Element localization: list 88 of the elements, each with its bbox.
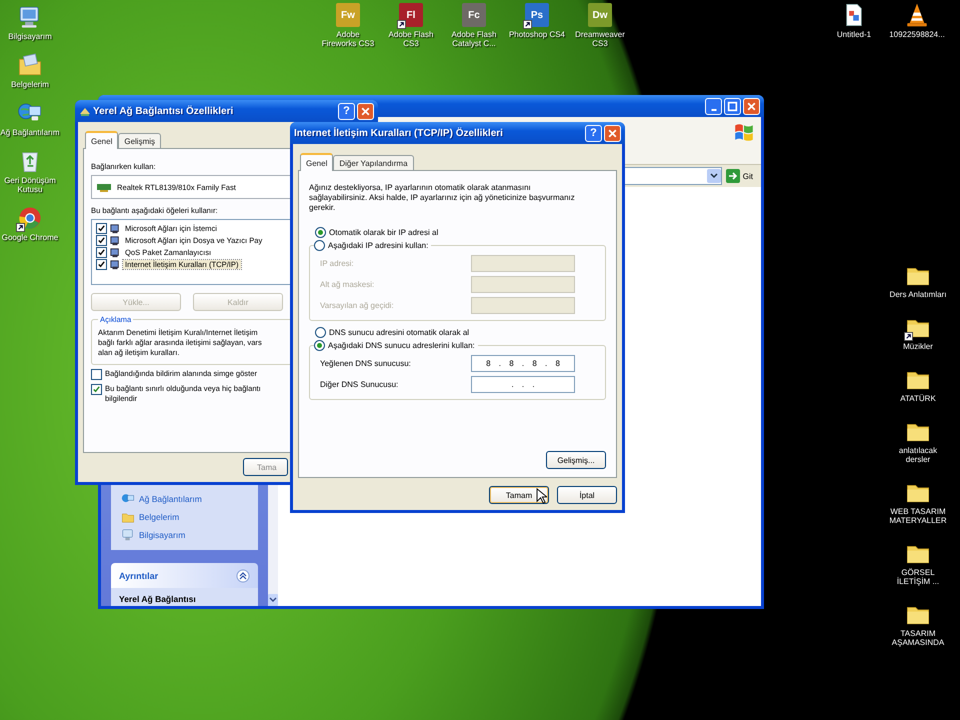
radio-button[interactable] [315,327,326,338]
close-button[interactable] [604,124,621,142]
documents-folder-icon[interactable] [17,52,43,78]
close-button[interactable] [743,98,760,114]
icon-label: Photoshop CS4 [508,30,566,39]
shortcut-arrow-icon [16,223,25,232]
component-icon [110,260,120,270]
radio-label: Aşağıdaki IP adresini kullan: [328,241,428,250]
tab[interactable]: Genel [300,153,334,171]
ok-button[interactable]: Tamam [489,486,549,504]
ip-address-field[interactable]: . . . [471,376,575,393]
checkbox[interactable] [96,235,107,246]
collapse-chevron-icon[interactable] [236,568,250,582]
maximize-icon [727,100,738,112]
intro-text: Ağınız destekliyorsa, IP ayarlarının otomatik olarak atanmasını sağlayabilirsiniz. Aksi halde, IP ayarlarınız için ağ yöneticinize başvurmanız gerekir. [309,183,576,213]
icon-label: Müzikler [902,342,934,351]
scroll-down-icon[interactable] [268,594,278,606]
icon-label: Adobe Fireworks CS3 [320,30,376,48]
cancel-button[interactable]: İptal [557,486,617,504]
tab[interactable]: Diğer Yapılandırma [333,155,414,170]
connection-name: Yerel Ağ Bağlantısı [119,594,196,604]
close-icon [360,106,371,116]
icon-label: Adobe Flash CS3 [388,30,434,48]
checkbox[interactable] [91,384,102,395]
field-label: Alt ağ maskesi: [320,280,374,289]
radio-label: Aşağıdaki DNS sunucu adreslerini kullan: [328,341,475,350]
advanced-button[interactable]: Gelişmiş... [546,451,606,469]
icon-label: Geri Dönüşüm Kutusu [3,176,57,194]
app-logo-icon[interactable]: Fc [462,3,486,27]
checkbox[interactable] [96,247,107,258]
icon-label: Bilgisayarım [7,32,53,41]
radio-label: DNS sunucu adresini otomatik olarak al [329,328,470,337]
icon-label: GÖRSEL İLETİŞİM ... [896,568,940,586]
help-button[interactable]: ? [338,102,355,120]
radio-label: Otomatik olarak bir IP adresi al [329,228,438,237]
icon-label: Untitled-1 [836,30,872,39]
close-icon [607,128,618,138]
minimize-button[interactable] [705,98,722,114]
field-label: Diğer DNS Sunucusu: [320,380,398,389]
tab[interactable]: Gelişmiş [118,133,162,148]
checkbox[interactable] [91,369,102,380]
component-icon [110,248,120,258]
computer-icon [121,528,135,542]
help-button[interactable]: ? [585,124,602,142]
radio-button[interactable] [315,227,326,238]
icon-label: Dreamweaver CS3 [574,30,626,48]
icon-label: 10922598824... [888,30,946,39]
task-link[interactable]: Belgelerim [139,512,180,522]
icon-label: TASARIM AŞAMASINDA [890,629,946,647]
ip-address-field[interactable]: 8 . 8 . 8 . 8 [471,355,575,372]
field-label: Yeğlenen DNS sunucusu: [320,359,411,368]
icon-label: Adobe Flash Catalyst C... [450,30,498,48]
mouse-pointer-icon [536,488,547,504]
browser-icon[interactable] [17,205,43,231]
icon-label: Belgelerim [10,80,50,89]
field-label: Varsayılan ağ geçidi: [320,301,394,310]
icon-label: Ağ Bağlantılarım [0,128,60,137]
tab[interactable]: Genel [85,131,118,149]
shortcut-arrow-icon [397,20,406,29]
checkbox[interactable] [96,259,107,270]
app-logo-icon[interactable]: Ps [525,3,549,27]
shortcut-arrow-icon [523,20,532,29]
checkbox[interactable] [96,223,107,234]
icon-label: Google Chrome [0,233,60,242]
close-button[interactable] [357,102,374,120]
go-button[interactable]: Git [726,169,757,183]
icon-label: anlatılacak dersler [898,446,938,464]
component-icon [110,236,120,246]
shortcut-arrow-icon [904,332,913,341]
field-label: IP adresi: [320,259,354,268]
close-icon [746,100,757,112]
network-card-icon [97,182,111,192]
details-header[interactable]: Ayrıntılar [111,563,258,588]
radio-button[interactable] [314,240,325,251]
minimize-icon [710,108,716,110]
task-link[interactable]: Ağ Bağlantılarım [139,494,202,504]
icon-label: ATATÜRK [899,394,937,403]
app-logo-icon[interactable]: Fl [399,3,423,27]
icon-label: Ders Anlatımları [888,290,948,299]
component-icon [110,224,120,234]
window-title: Internet İletişim Kuralları (TCP/IP) Özellikleri [294,128,503,138]
details-title: Ayrıntılar [119,570,158,580]
task-link[interactable]: Bilgisayarım [139,530,186,540]
window-title: Yerel Ağ Bağlantısı Özellikleri [93,106,234,116]
maximize-button[interactable] [724,98,741,114]
go-arrow-icon [726,169,740,183]
icon-label: WEB TASARIM MATERYALLER [888,507,948,525]
radio-button[interactable] [314,340,325,351]
